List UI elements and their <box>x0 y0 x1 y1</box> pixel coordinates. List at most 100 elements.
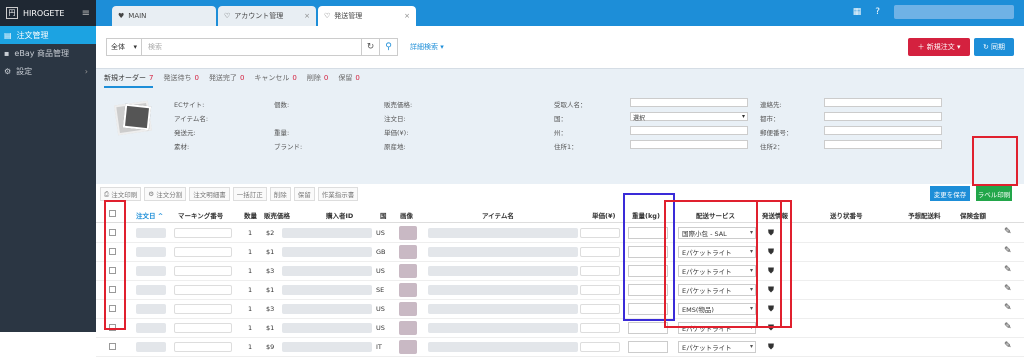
split-order-button[interactable]: ⚙ 注文分割 <box>144 187 187 201</box>
country-cell: US <box>376 324 385 332</box>
search-bar: 全体 ▾ 検索 ↻ ⚲ 詳細検索 ▾ <box>106 38 444 56</box>
pencil-icon[interactable]: ✎ <box>1004 303 1012 313</box>
sidebar-item-settings[interactable]: ⚙ 設定 › <box>0 62 96 80</box>
buyer-cell <box>282 228 372 238</box>
marking-input[interactable] <box>174 247 232 257</box>
unit-price-input[interactable] <box>580 285 620 295</box>
order-detail-panel: 新規オーダー 7 発送待ち 0 発送完了 0 キャンセル 0 削除 0 保留 0 ECサイト… <box>96 68 1024 184</box>
weight-input[interactable] <box>628 322 668 334</box>
tab-account[interactable]: ♡ アカウント管理 × <box>218 6 316 26</box>
pencil-icon[interactable]: ✎ <box>1004 246 1012 256</box>
sidebar-item-ebay[interactable]: ▪ eBay 商品管理 <box>0 44 96 62</box>
hold-button[interactable]: 保留 <box>293 187 315 201</box>
tab-new-orders[interactable]: 新規オーダー 7 <box>104 73 154 88</box>
heart-outline-icon: ♡ <box>324 12 331 20</box>
image-placeholder-icon <box>122 103 152 131</box>
sidebar-item-orders[interactable]: ▤ 注文管理 <box>0 26 96 44</box>
state-field[interactable] <box>630 126 748 135</box>
marking-input[interactable] <box>174 228 232 238</box>
ship-service-value: Eパケットライト <box>682 344 732 352</box>
qty-cell: 1 <box>248 305 253 313</box>
order-statement-button[interactable]: 注文明細書 <box>189 187 230 201</box>
marking-input[interactable] <box>174 266 232 276</box>
scope-select[interactable]: 全体 ▾ <box>106 38 142 56</box>
item-name-cell <box>428 228 578 238</box>
sync-label: 同期 <box>991 43 1006 51</box>
unit-price-input[interactable] <box>580 342 620 352</box>
marking-input[interactable] <box>174 285 232 295</box>
delete-button[interactable]: 削除 <box>269 187 291 201</box>
sidebar: 円 HIROGETE ≡ ▤ 注文管理 ▪ eBay 商品管理 ⚙ 設定 › <box>0 0 96 332</box>
work-order-button[interactable]: 作業指示書 <box>317 187 359 201</box>
close-icon[interactable]: × <box>404 12 410 20</box>
col-order-date[interactable]: 注文日 ^ <box>136 210 163 220</box>
contact-field[interactable] <box>824 98 942 107</box>
ship-service-select[interactable]: Eパケットライト ▾ <box>678 341 756 353</box>
col-buyer: 購入者ID <box>326 212 354 220</box>
calendar-icon[interactable]: ▦ <box>853 7 862 17</box>
country-select[interactable]: 選択 ▾ <box>630 112 748 122</box>
tab-hold[interactable]: 保留 0 <box>338 73 359 88</box>
city-field[interactable] <box>824 112 942 121</box>
weight-input[interactable] <box>628 341 668 353</box>
marking-input[interactable] <box>174 304 232 314</box>
item-name-cell <box>428 285 578 295</box>
unit-price-input[interactable] <box>580 266 620 276</box>
sync-button[interactable]: ↻ 同期 <box>974 38 1014 56</box>
price-cell: $1 <box>266 286 275 294</box>
hamburger-icon[interactable]: ≡ <box>82 8 90 19</box>
row-checkbox[interactable] <box>109 343 116 350</box>
marking-input[interactable] <box>174 342 232 352</box>
pencil-icon[interactable]: ✎ <box>1004 322 1012 332</box>
print-order-button[interactable]: ⎙ 注文印刷 <box>100 187 142 201</box>
unit-price-input[interactable] <box>580 304 620 314</box>
advanced-search-link[interactable]: 詳細検索 ▾ <box>410 42 444 52</box>
zip-field[interactable] <box>824 126 942 135</box>
address2-field[interactable] <box>824 140 942 149</box>
top-right-controls: ▦ ? <box>853 5 1014 19</box>
pencil-icon[interactable]: ✎ <box>1004 265 1012 275</box>
field-label: 注文日: <box>384 115 406 123</box>
pencil-icon[interactable]: ✎ <box>1004 284 1012 294</box>
recipient-field[interactable] <box>630 98 748 107</box>
tab-cancelled[interactable]: キャンセル 0 <box>254 73 296 88</box>
field-label: 住所1： <box>554 143 578 151</box>
user-account[interactable] <box>894 5 1014 19</box>
pencil-icon[interactable]: ✎ <box>1004 341 1012 351</box>
sidebar-item-label: eBay 商品管理 <box>14 48 70 58</box>
table-row: 1 $1 SE Eパケットライト ▾ ⛊ ✎ <box>96 281 1024 300</box>
unit-price-input[interactable] <box>580 228 620 238</box>
tab-shipped[interactable]: 発送完了 0 <box>209 73 244 88</box>
table-header: 注文日 ^ マーキング番号 数量 販売価格 購入者ID 国 画像 アイテム名 単… <box>96 206 1024 223</box>
field-label: 受取人名： <box>554 101 587 109</box>
help-icon[interactable]: ? <box>875 7 880 17</box>
bulk-edit-button[interactable]: 一括訂正 <box>232 187 267 201</box>
search-button[interactable]: ⚲ <box>380 38 398 56</box>
close-icon[interactable]: × <box>304 12 310 20</box>
reset-button[interactable]: ↻ <box>362 38 380 56</box>
tab-shipping[interactable]: ♡ 発送管理 × <box>318 6 416 26</box>
heart-outline-icon: ♡ <box>224 12 231 20</box>
advanced-label: 詳細検索 <box>410 43 438 51</box>
shield-icon[interactable]: ⛊ <box>768 342 774 352</box>
new-order-label: 新規注文 <box>926 43 955 51</box>
pencil-icon[interactable]: ✎ <box>1004 227 1012 237</box>
country-cell: US <box>376 267 385 275</box>
save-changes-button[interactable]: 変更を保存 <box>930 186 970 201</box>
tab-label: 発送管理 <box>334 12 363 20</box>
label-print-button[interactable]: ラベル印刷 <box>976 186 1012 201</box>
tab-main[interactable]: ♥ MAIN <box>112 6 216 26</box>
unit-price-input[interactable] <box>580 247 620 257</box>
new-order-button[interactable]: ＋ 新規注文 ▾ <box>908 38 970 56</box>
search-input[interactable]: 検索 <box>142 38 362 56</box>
brand: 円 HIROGETE ≡ <box>0 0 96 26</box>
order-date-cell <box>136 228 166 238</box>
field-label: 州： <box>554 129 567 137</box>
tab-deleted[interactable]: 削除 0 <box>307 73 328 88</box>
tab-awaiting[interactable]: 発送待ち 0 <box>163 73 198 88</box>
table-row: 1 $1 US Eパケットライト ▾ ⛊ ✎ <box>96 319 1024 338</box>
address1-field[interactable] <box>630 140 748 149</box>
col-country: 国 <box>380 212 387 220</box>
action-toolbar: ⎙ 注文印刷 ⚙ 注文分割 注文明細書 一括訂正 削除 保留 作業指示書 <box>96 184 1024 204</box>
heart-icon: ♥ <box>118 12 125 20</box>
